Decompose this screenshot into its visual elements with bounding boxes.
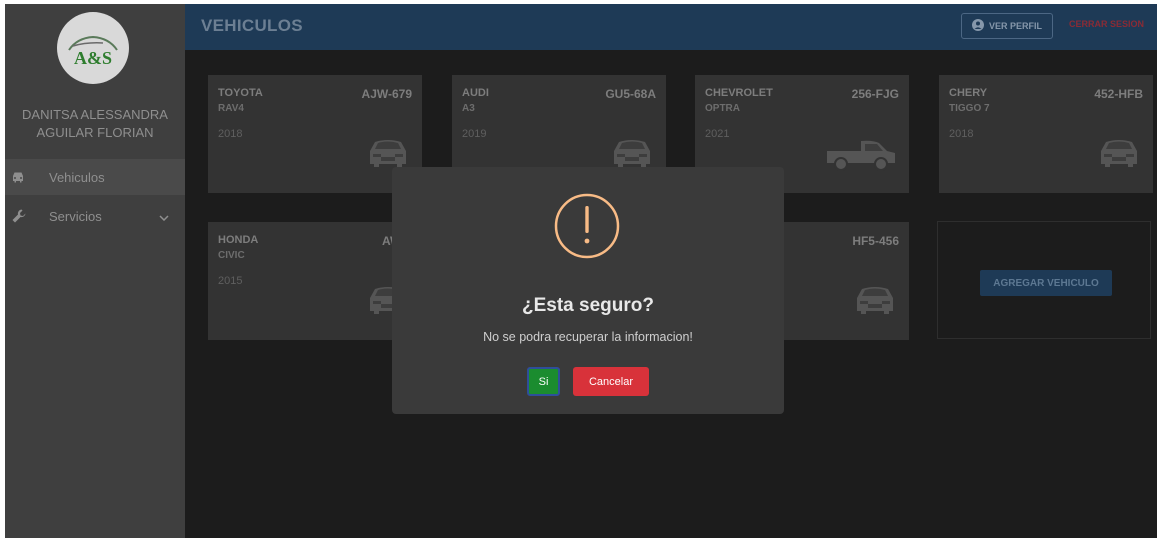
logout-button[interactable]: CERRAR SESION: [1069, 19, 1144, 29]
confirm-dialog: ¿Esta seguro? No se podra recuperar la i…: [392, 167, 784, 414]
sidebar-item-label: Servicios: [49, 208, 102, 224]
vehicle-plate: AJW-679: [361, 87, 412, 101]
vehicle-card[interactable]: TOYOTA AJW-679 RAV4 2018: [208, 75, 422, 193]
vehicle-model: TIGGO 7: [949, 103, 990, 114]
user-name: DANITSA ALESSANDRA AGUILAR FLORIAN: [5, 106, 185, 142]
confirm-button[interactable]: Si: [527, 367, 560, 396]
vehicle-model: CIVIC: [218, 250, 245, 261]
vehicle-plate: 256-FJG: [851, 87, 899, 101]
vehicle-year: 2019: [462, 128, 487, 140]
vehicle-year: 2015: [218, 275, 243, 287]
vehicle-plate: GU5-68A: [605, 87, 656, 101]
vehicle-year: 2021: [705, 128, 730, 140]
vehicle-card[interactable]: CHERY 452-HFB TIGGO 7 2018: [939, 75, 1153, 193]
warning-icon: [554, 193, 620, 264]
vehicle-year: 2018: [949, 128, 974, 140]
vehicle-brand: TOYOTA: [218, 87, 263, 99]
dialog-title: ¿Esta seguro?: [522, 295, 654, 316]
sedan-icon: [1097, 137, 1141, 174]
user-name-line2: AGUILAR FLORIAN: [36, 125, 154, 140]
car-icon: [5, 171, 33, 183]
chevron-down-icon: [159, 209, 169, 224]
sidebar-item-servicios[interactable]: Servicios: [5, 198, 185, 234]
vehicle-plate: HF5-456: [852, 234, 899, 248]
vehicle-plate: 452-HFB: [1094, 87, 1143, 101]
vehicle-brand: CHEVROLET: [705, 87, 773, 99]
app-window: A&S DANITSA ALESSANDRA AGUILAR FLORIAN V…: [5, 4, 1157, 538]
vehicle-model: OPTRA: [705, 103, 740, 114]
cancel-button[interactable]: Cancelar: [573, 367, 649, 396]
sedan-icon: [853, 284, 897, 321]
dialog-message: No se podra recuperar la informacion!: [483, 330, 693, 344]
wrench-icon: [5, 208, 33, 224]
page-title: VEHICULOS: [201, 16, 303, 35]
header: VEHICULOS VER PERFIL CERRAR SESION: [185, 4, 1157, 50]
logo-text: A&S: [74, 48, 112, 68]
sidebar: A&S DANITSA ALESSANDRA AGUILAR FLORIAN V…: [5, 4, 185, 538]
sidebar-item-vehiculos[interactable]: Vehiculos: [5, 159, 185, 195]
view-profile-button[interactable]: VER PERFIL: [961, 13, 1053, 39]
vehicle-model: A3: [462, 103, 475, 114]
sidebar-item-label: Vehiculos: [49, 169, 105, 185]
add-vehicle-card: AGREGAR VEHICULO: [937, 221, 1151, 339]
vehicle-brand: CHERY: [949, 87, 988, 99]
user-circle-icon: [971, 19, 984, 33]
vehicle-card[interactable]: HONDA AW4- CIVIC 2015: [208, 222, 422, 340]
vehicle-model: RAV4: [218, 103, 244, 114]
vehicle-brand: HONDA: [218, 234, 259, 246]
vehicle-brand: AUDI: [462, 87, 489, 99]
vehicle-year: 2018: [218, 128, 243, 140]
add-vehicle-button[interactable]: AGREGAR VEHICULO: [980, 270, 1112, 296]
view-profile-label: VER PERFIL: [988, 21, 1042, 31]
user-name-line1: DANITSA ALESSANDRA: [22, 107, 168, 122]
pickup-icon: [825, 137, 897, 176]
logo-car-icon: A&S: [68, 35, 118, 68]
logo: A&S: [57, 12, 129, 84]
